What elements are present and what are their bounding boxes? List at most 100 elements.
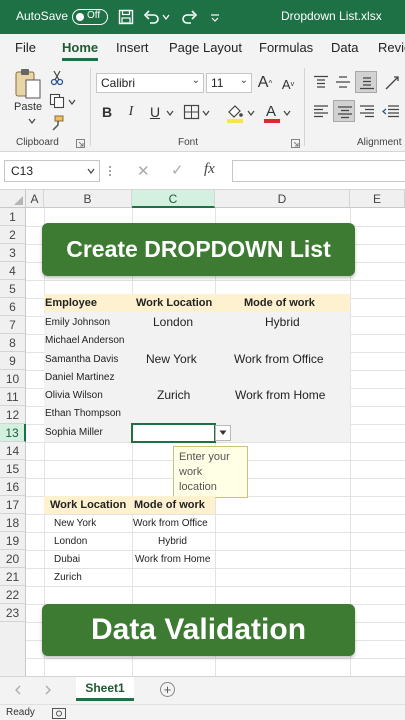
paste-dropdown-icon[interactable] — [28, 118, 36, 124]
lookup-location-cell[interactable]: New York — [54, 518, 96, 529]
align-bottom-button[interactable] — [355, 71, 377, 93]
mode-cell[interactable]: Work from Office — [234, 352, 324, 366]
location-cell[interactable]: Zurich — [157, 388, 190, 402]
worksheet-grid[interactable]: A B C D E 1 2 3 4 5 6 7 8 9 10 11 12 13 … — [0, 190, 405, 676]
column-header-c[interactable]: C — [132, 190, 215, 208]
lookup-mode-cell[interactable]: Work from Home — [135, 554, 210, 565]
align-right-icon[interactable] — [359, 104, 375, 118]
align-center-button[interactable] — [333, 100, 355, 122]
lookup-location-cell[interactable]: Dubai — [54, 554, 80, 565]
name-box-dropdown-icon[interactable] — [87, 168, 95, 174]
underline-dropdown-icon[interactable] — [166, 110, 174, 116]
align-top-icon[interactable] — [313, 75, 329, 89]
tab-data[interactable]: Data — [331, 40, 358, 55]
location-cell[interactable]: London — [153, 315, 193, 329]
clipboard-launcher-icon[interactable] — [76, 139, 85, 148]
column-header-b[interactable]: B — [44, 190, 132, 208]
undo-icon[interactable] — [143, 9, 161, 25]
underline-button[interactable]: U — [146, 102, 164, 122]
column-header-d[interactable]: D — [215, 190, 350, 208]
row-header-17[interactable]: 17 — [0, 496, 26, 514]
row-header-7[interactable]: 7 — [0, 316, 26, 334]
row-header-6[interactable]: 6 — [0, 298, 26, 316]
borders-dropdown-icon[interactable] — [202, 110, 210, 116]
paste-label[interactable]: Paste — [14, 101, 42, 113]
row-header-14[interactable]: 14 — [0, 442, 26, 460]
cut-icon[interactable] — [50, 70, 64, 86]
tab-review[interactable]: Revie — [378, 40, 405, 55]
redo-icon[interactable] — [180, 9, 198, 25]
mode-cell[interactable]: Work from Home — [235, 388, 325, 402]
copy-icon[interactable] — [49, 93, 65, 109]
location-cell[interactable]: New York — [146, 352, 197, 366]
row-header-3[interactable]: 3 — [0, 244, 26, 262]
tab-page-layout[interactable]: Page Layout — [169, 40, 242, 55]
employee-cell[interactable]: Daniel Martinez — [45, 372, 114, 383]
formula-input[interactable] — [232, 160, 405, 182]
row-header-16[interactable]: 16 — [0, 478, 26, 496]
fill-color-dropdown-icon[interactable] — [247, 110, 255, 116]
row-header-5[interactable]: 5 — [0, 280, 26, 298]
row-header-9[interactable]: 9 — [0, 352, 26, 370]
autosave-toggle[interactable]: Off — [72, 9, 108, 25]
tab-insert[interactable]: Insert — [116, 40, 149, 55]
active-cell-c13[interactable] — [131, 423, 216, 443]
font-launcher-icon[interactable] — [291, 139, 300, 148]
row-header-23[interactable]: 23 — [0, 604, 26, 622]
row-header-18[interactable]: 18 — [0, 514, 26, 532]
orientation-icon[interactable] — [384, 75, 402, 91]
mode-cell[interactable]: Hybrid — [265, 315, 300, 329]
decrease-indent-icon[interactable] — [382, 104, 400, 118]
insert-function-icon[interactable]: fx — [204, 161, 215, 178]
grow-font-button[interactable]: A ^ — [255, 72, 275, 94]
cancel-entry-icon[interactable]: ✕ — [137, 162, 150, 180]
scroll-tabs-left-icon[interactable] — [14, 685, 22, 695]
borders-icon[interactable] — [183, 104, 201, 120]
employee-cell[interactable]: Michael Anderson — [45, 335, 125, 346]
row-header-21[interactable]: 21 — [0, 568, 26, 586]
row-header-22[interactable]: 22 — [0, 586, 26, 604]
row-header-4[interactable]: 4 — [0, 262, 26, 280]
sheet-tab-sheet1[interactable]: Sheet1 — [76, 677, 134, 701]
tab-formulas[interactable]: Formulas — [259, 40, 313, 55]
fill-color-icon[interactable] — [225, 102, 245, 124]
customize-toolbar-icon[interactable] — [210, 14, 220, 22]
format-painter-icon[interactable] — [49, 115, 65, 131]
row-header-11[interactable]: 11 — [0, 388, 26, 406]
lookup-location-cell[interactable]: Zurich — [54, 572, 82, 583]
employee-cell[interactable]: Emily Johnson — [45, 317, 110, 328]
employee-cell[interactable]: Olivia Wilson — [45, 390, 103, 401]
file-name[interactable]: Dropdown List.xlsx — [281, 9, 382, 23]
bold-button[interactable]: B — [98, 102, 116, 122]
row-header-12[interactable]: 12 — [0, 406, 26, 424]
cell-dropdown-arrow[interactable] — [215, 425, 231, 441]
row-header-2[interactable]: 2 — [0, 226, 26, 244]
row-header-20[interactable]: 20 — [0, 550, 26, 568]
row-header-13[interactable]: 13 — [0, 424, 26, 442]
font-color-icon[interactable]: A — [263, 102, 281, 124]
tab-file[interactable]: File — [15, 40, 36, 55]
font-size-dropdown[interactable]: 11 ⌄ — [206, 73, 252, 93]
tab-home[interactable]: Home — [62, 40, 98, 55]
shrink-font-button[interactable]: Av — [279, 74, 297, 94]
row-header-8[interactable]: 8 — [0, 334, 26, 352]
row-header-10[interactable]: 10 — [0, 370, 26, 388]
enter-entry-icon[interactable]: ✓ — [171, 161, 184, 179]
row-header-19[interactable]: 19 — [0, 532, 26, 550]
accessibility-icon[interactable] — [52, 708, 66, 719]
align-middle-icon[interactable] — [335, 75, 351, 89]
column-header-a[interactable]: A — [26, 190, 44, 208]
undo-dropdown-icon[interactable] — [162, 13, 170, 21]
employee-cell[interactable]: Samantha Davis — [45, 354, 118, 365]
font-color-dropdown-icon[interactable] — [283, 110, 291, 116]
italic-button[interactable]: I — [122, 102, 140, 122]
lookup-mode-cell[interactable]: Hybrid — [158, 536, 187, 547]
scroll-tabs-right-icon[interactable] — [44, 685, 52, 695]
lookup-mode-cell[interactable]: Work from Office — [133, 518, 208, 529]
paste-icon[interactable] — [13, 68, 43, 100]
row-header-15[interactable]: 15 — [0, 460, 26, 478]
column-header-e[interactable]: E — [350, 190, 405, 208]
employee-cell[interactable]: Sophia Miller — [45, 427, 103, 438]
save-icon[interactable] — [118, 9, 134, 25]
name-box[interactable]: C13 — [4, 160, 100, 182]
